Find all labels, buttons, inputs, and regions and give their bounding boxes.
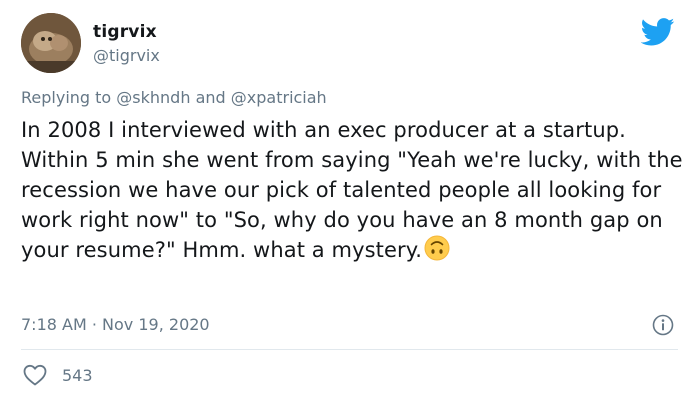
tweet-date: Nov 19, 2020	[102, 315, 210, 334]
timestamp-separator: ·	[91, 315, 97, 334]
replying-prefix: Replying to	[21, 88, 112, 107]
replying-to: Replying to @skhndh and @xpatriciah	[21, 88, 327, 107]
mention-link[interactable]: @xpatriciah	[231, 88, 327, 107]
display-name[interactable]: tigrvix	[93, 22, 157, 42]
tweet-card: tigrvix @tigrvix Replying to @skhndh and…	[0, 0, 700, 403]
user-handle[interactable]: @tigrvix	[93, 46, 160, 65]
avatar-image	[21, 13, 81, 73]
tweet-time: 7:18 AM	[21, 315, 87, 334]
tweet-text: In 2008 I interviewed with an exec produ…	[21, 115, 686, 265]
like-count: 543	[62, 366, 93, 385]
divider	[21, 349, 678, 350]
twitter-bird-icon[interactable]	[641, 18, 675, 46]
tweet-timestamp[interactable]: 7:18 AM · Nov 19, 2020	[21, 315, 210, 334]
upside-down-face-emoji	[424, 235, 450, 261]
tweet-text-content: In 2008 I interviewed with an exec produ…	[21, 118, 683, 262]
info-icon[interactable]	[652, 314, 674, 336]
heart-icon[interactable]	[23, 364, 47, 386]
mention-link[interactable]: @skhndh	[116, 88, 190, 107]
replying-conjunction: and	[195, 88, 226, 107]
avatar[interactable]	[21, 13, 81, 73]
